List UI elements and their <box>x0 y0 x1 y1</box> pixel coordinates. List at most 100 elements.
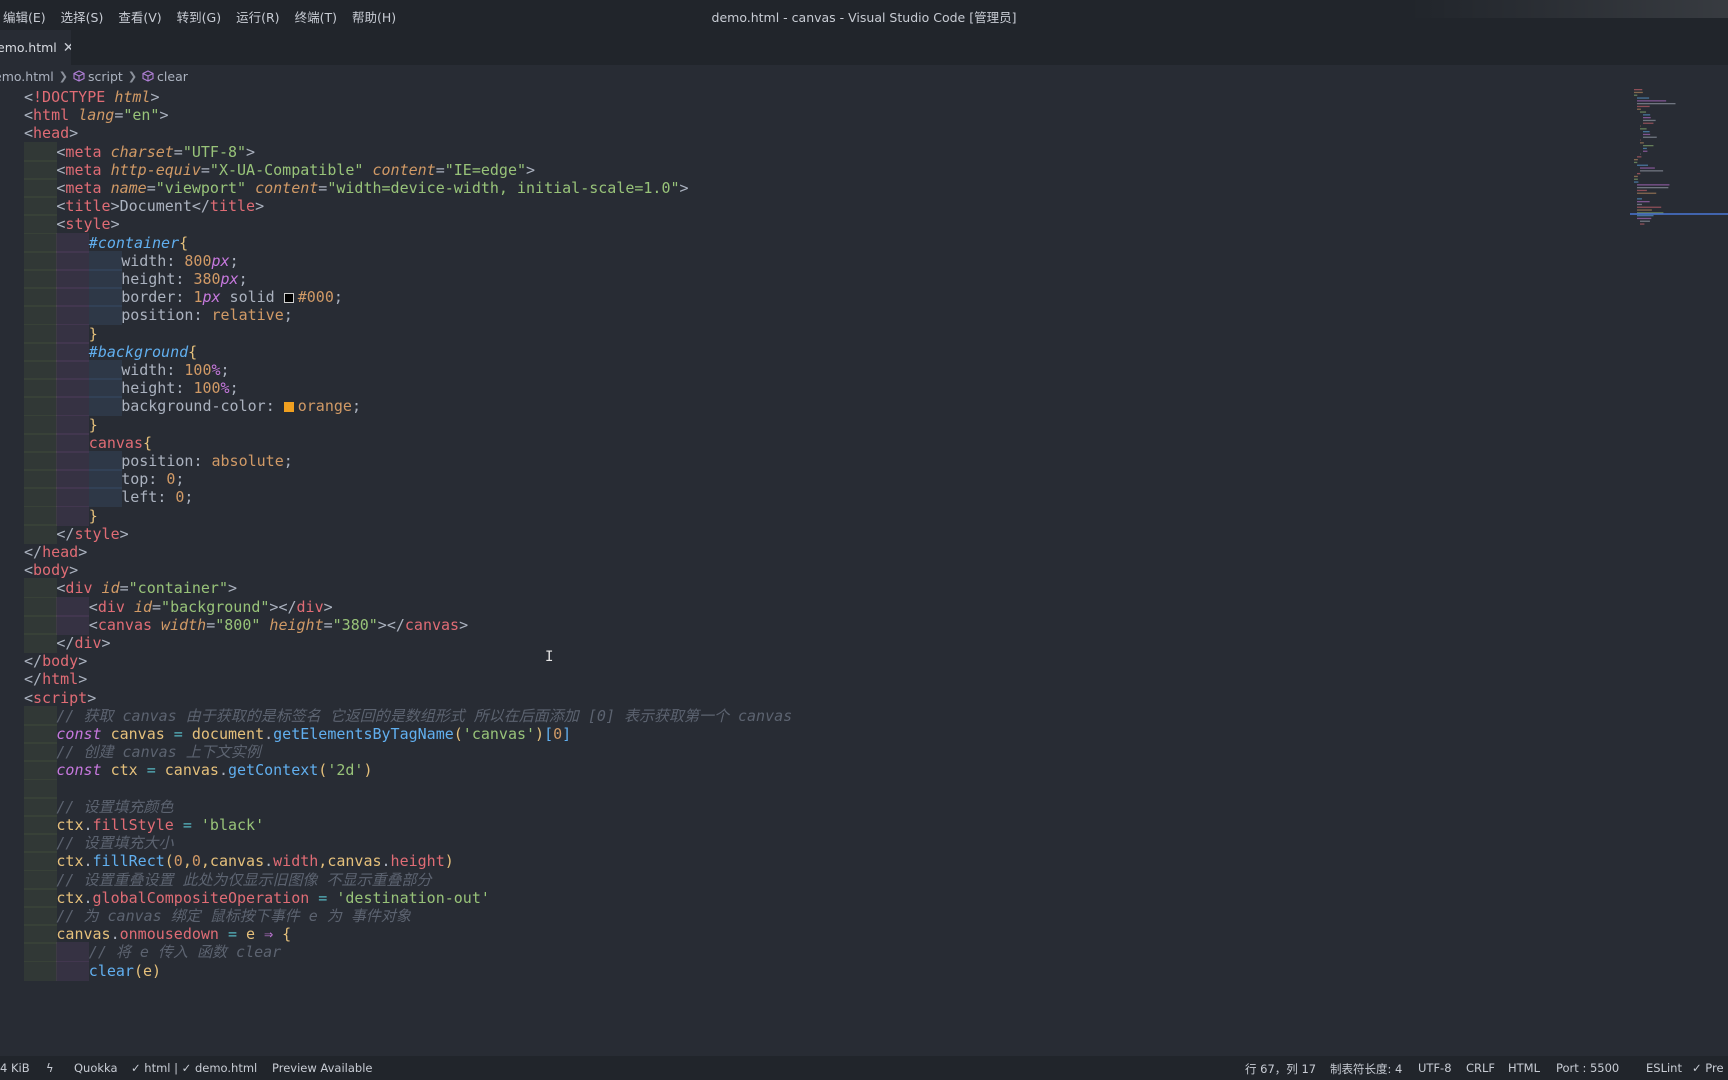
code-line[interactable]: <style> <box>0 214 1600 235</box>
code-line[interactable]: // 设置填充颜色 <box>0 796 1600 817</box>
encoding[interactable]: UTF-8 <box>1418 1061 1452 1075</box>
live-server-port[interactable]: Port : 5500 <box>1556 1061 1619 1075</box>
code-line[interactable]: } <box>0 505 1600 526</box>
close-icon[interactable]: ✕ <box>63 40 71 56</box>
tab-bar: emo.html ✕ <box>0 30 1728 65</box>
minimap-line <box>1640 125 1641 127</box>
code-line[interactable]: position: relative; <box>0 305 1600 326</box>
minimap-line <box>1643 114 1651 116</box>
minimap[interactable] <box>1630 87 1728 1056</box>
indent-guide <box>24 596 57 617</box>
breadcrumb-script[interactable]: script <box>88 69 123 84</box>
eslint-status[interactable]: ESLint <box>1646 1061 1682 1075</box>
code-line[interactable]: } <box>0 323 1600 344</box>
code-line[interactable]: </body> <box>0 651 1600 671</box>
code-text: position: relative; <box>121 306 293 325</box>
indent-guide <box>24 341 57 362</box>
language-mode[interactable]: HTML <box>1508 1061 1540 1075</box>
code-line[interactable]: <meta name="viewport" content="width=dev… <box>0 178 1600 198</box>
code-line[interactable]: // 将 e 传入 函数 clear <box>0 942 1600 963</box>
indent-guide <box>24 250 57 271</box>
code-line[interactable]: width: 100%; <box>0 360 1600 380</box>
indent-guide <box>24 869 57 890</box>
html-validation-status[interactable]: ✓ html | ✓ demo.html <box>131 1061 257 1075</box>
code-line[interactable]: #container{ <box>0 232 1600 253</box>
code-line[interactable]: height: 380px; <box>0 269 1600 289</box>
tab-size[interactable]: 制表符长度: 4 <box>1330 1061 1402 1077</box>
code-line[interactable]: </html> <box>0 669 1600 689</box>
color-swatch[interactable] <box>283 402 294 413</box>
code-line[interactable]: #background{ <box>0 341 1600 362</box>
code-line[interactable]: clear(e) <box>0 960 1600 981</box>
code-line[interactable]: </style> <box>0 523 1600 544</box>
code-line[interactable]: // 设置填充大小 <box>0 833 1600 854</box>
indent-guide <box>24 724 57 744</box>
code-line[interactable]: ctx.fillStyle = 'black' <box>0 815 1600 835</box>
tab-demo-html[interactable]: emo.html ✕ <box>0 30 71 65</box>
code-line[interactable]: background-color: orange; <box>0 396 1600 417</box>
code-line[interactable]: const ctx = canvas.getContext('2d') <box>0 760 1600 781</box>
minimap-line <box>1643 122 1654 124</box>
code-line[interactable]: <div id="container"> <box>0 578 1600 599</box>
indent-guide <box>88 487 122 508</box>
code-line[interactable]: width: 800px; <box>0 250 1600 271</box>
code-line[interactable]: // 设置重叠设置 此处为仅显示旧图像 不显示重叠部分 <box>0 869 1600 890</box>
minimap-line <box>1634 175 1638 178</box>
code-line[interactable]: position: absolute; <box>0 451 1600 471</box>
code-line[interactable]: top: 0; <box>0 469 1600 490</box>
code-line[interactable]: <div id="background"></div> <box>0 596 1600 617</box>
minimap-line <box>1640 139 1641 141</box>
indent-guide <box>24 287 57 308</box>
quokka-status[interactable]: Quokka <box>74 1061 118 1075</box>
breadcrumb-clear[interactable]: clear <box>157 69 188 84</box>
code-line[interactable]: const canvas = document.getElementsByTag… <box>0 724 1600 744</box>
code-text: } <box>88 324 98 343</box>
code-line[interactable]: </head> <box>0 542 1600 562</box>
code-line[interactable]: // 获取 canvas 由于获取的是标签名 它返回的是数组形式 所以在后面添加… <box>0 705 1600 726</box>
code-line[interactable]: } <box>0 414 1600 435</box>
code-line[interactable]: <script> <box>0 688 1600 708</box>
code-line[interactable]: left: 0; <box>0 487 1600 508</box>
code-line[interactable]: ctx.globalCompositeOperation = 'destinat… <box>0 887 1600 908</box>
code-line[interactable]: // 为 canvas 绑定 鼠标按下事件 e 为 事件对象 <box>0 906 1600 926</box>
code-line[interactable]: <meta charset="UTF-8"> <box>0 141 1600 162</box>
code-line[interactable]: canvas.onmousedown = e ⇒ { <box>0 924 1600 945</box>
code-line[interactable]: <!DOCTYPE html> <box>0 87 1600 107</box>
indent-guide <box>56 960 90 981</box>
indent-guide <box>56 305 90 326</box>
code-line[interactable]: <meta http-equiv="X-UA-Compatible" conte… <box>0 159 1600 180</box>
minimap-line <box>1637 201 1650 203</box>
color-swatch[interactable] <box>283 293 294 304</box>
minimap-line <box>1637 189 1647 192</box>
code-text: // 将 e 传入 函数 clear <box>88 943 282 962</box>
code-line[interactable] <box>0 778 1600 799</box>
minimap-line <box>1643 119 1656 122</box>
indent-guide <box>24 378 57 399</box>
indent-guide <box>88 360 122 380</box>
code-line[interactable]: <head> <box>0 123 1600 143</box>
minimap-line <box>1634 94 1638 96</box>
code-line[interactable]: <title>Document</title> <box>0 196 1600 217</box>
code-line[interactable]: // 创建 canvas 上下文实例 <box>0 742 1600 763</box>
line-ending[interactable]: CRLF <box>1466 1061 1495 1075</box>
code-line[interactable]: <body> <box>0 560 1600 580</box>
minimap-line <box>1634 178 1638 180</box>
code-editor[interactable]: <!DOCTYPE html> <html lang="en"> <head> <me… <box>0 87 1620 1056</box>
code-line[interactable]: border: 1px solid #000; <box>0 287 1600 308</box>
code-line[interactable]: <html lang="en"> <box>0 105 1600 125</box>
code-line[interactable]: height: 100%; <box>0 378 1600 399</box>
minimap-line <box>1637 184 1670 186</box>
indent-guide <box>56 232 90 253</box>
code-line[interactable]: ctx.fillRect(0,0,canvas.width,canvas.hei… <box>0 851 1600 872</box>
preview-status[interactable]: Preview Available <box>272 1061 372 1075</box>
code-line[interactable]: canvas{ <box>0 432 1600 453</box>
cursor-position[interactable]: 行 67，列 17 <box>1245 1061 1316 1077</box>
prettier-status[interactable]: ✓ Pre <box>1692 1061 1724 1075</box>
minimap-line <box>1637 187 1669 189</box>
code-line[interactable]: <canvas width="800" height="380"></canva… <box>0 614 1600 635</box>
minimap-line <box>1634 91 1643 94</box>
indent-guide <box>24 432 57 453</box>
code-line[interactable]: </div> <box>0 633 1600 653</box>
breadcrumb-file[interactable]: emo.html <box>0 69 54 84</box>
code-text: const canvas = document.getElementsByTag… <box>56 725 572 743</box>
